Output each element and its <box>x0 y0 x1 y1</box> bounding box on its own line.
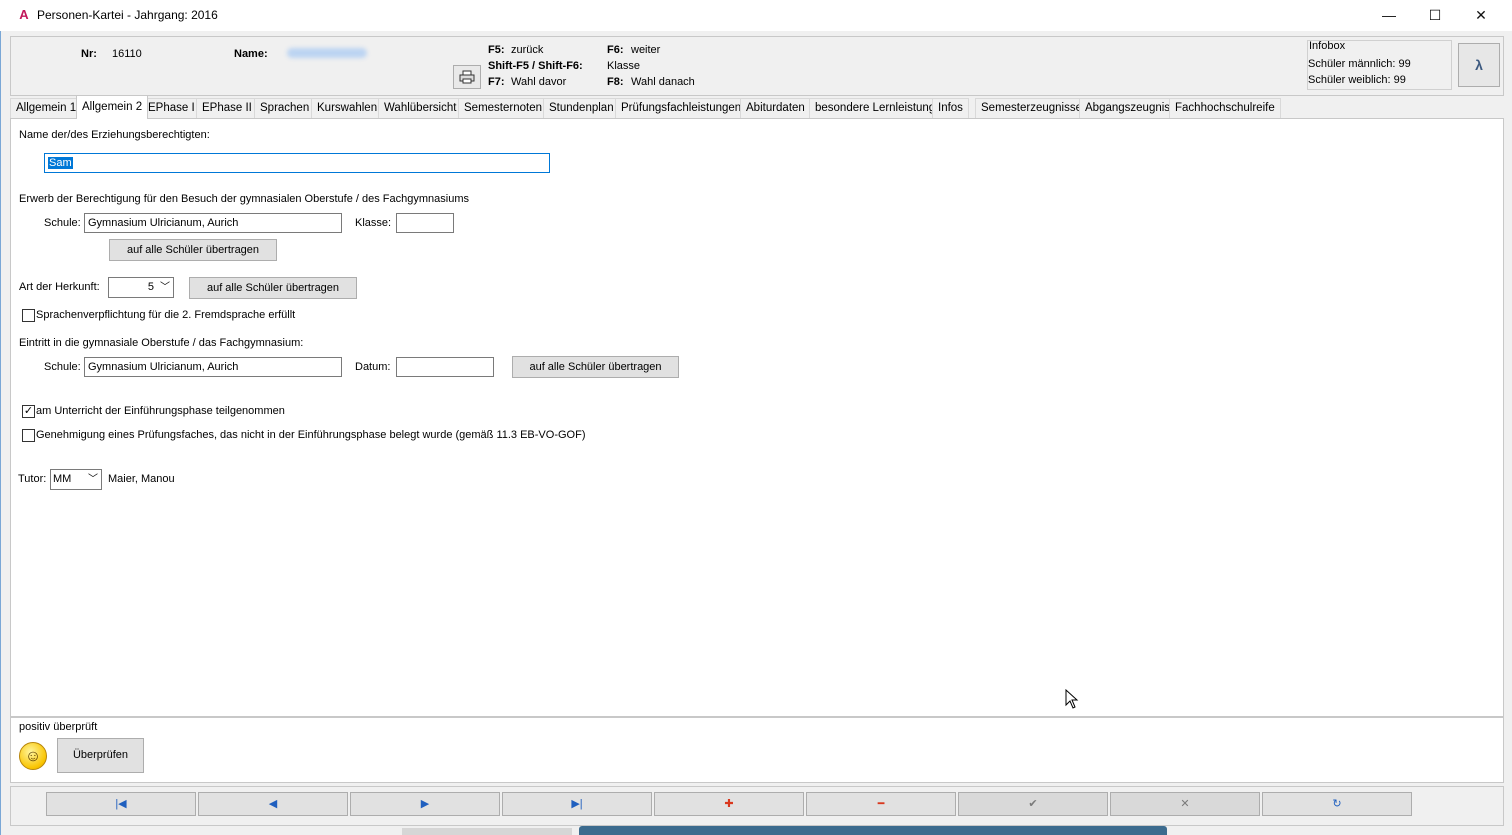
nr-value: 16110 <box>112 48 142 60</box>
tab-wahluebersicht[interactable]: Wahlübersicht <box>378 98 463 118</box>
refresh-button[interactable]: ↻ <box>1262 792 1412 816</box>
shortcut-key: F6: <box>607 44 624 56</box>
sprachen-checkbox[interactable] <box>22 309 35 322</box>
app-logo-button[interactable]: λ <box>1458 43 1500 87</box>
shortcut-key: Shift-F5 / Shift-F6: <box>488 60 583 72</box>
tab-allgemein-2[interactable]: Allgemein 2 <box>76 95 149 119</box>
check-button[interactable]: Überprüfen <box>57 738 144 773</box>
guardian-value-selected: Sam <box>48 157 73 169</box>
guardian-input[interactable]: Sam <box>44 153 550 173</box>
shortcut-desc: zurück <box>511 44 544 56</box>
name-value-blurred <box>287 48 367 58</box>
confirm-button[interactable]: ✔ <box>958 792 1108 816</box>
genehmigung-check-label: Genehmigung eines Prüfungsfaches, das ni… <box>36 429 586 441</box>
shortcut-key: F5: <box>488 44 505 56</box>
shortcut-key: F8: <box>607 76 624 88</box>
title-bar[interactable]: A Personen-Kartei - Jahrgang: 2016 — ☐ ✕ <box>0 0 1512 32</box>
background-window <box>402 828 572 835</box>
infobox: Infobox Schüler männlich: 99 Schüler wei… <box>1307 40 1452 90</box>
transfer-eintritt-button[interactable]: auf alle Schüler übertragen <box>512 356 679 378</box>
name-label: Name: <box>234 48 268 60</box>
tab-abiturdaten[interactable]: Abiturdaten <box>740 98 811 118</box>
validation-status: positiv überprüft <box>19 721 98 733</box>
tutor-name: Maier, Manou <box>108 473 175 485</box>
infobox-male-count: Schüler männlich: 99 <box>1308 58 1411 70</box>
shortcut-desc: Wahl davor <box>511 76 567 88</box>
chevron-down-icon: ﹀ <box>160 282 170 293</box>
infobox-female-count: Schüler weiblich: 99 <box>1308 74 1406 86</box>
datum-label: Datum: <box>355 361 391 373</box>
transfer-herkunft-button[interactable]: auf alle Schüler übertragen <box>189 277 357 299</box>
einfuehrung-check-label: am Unterricht der Einführungsphase teilg… <box>36 405 285 417</box>
printer-icon[interactable] <box>453 65 481 89</box>
tutor-label: Tutor: <box>18 473 47 485</box>
tab-allgemein-1[interactable]: Allgemein 1 <box>10 98 83 118</box>
schule-berechtigung-input[interactable]: Gymnasium Ulricianum, Aurich <box>84 213 342 233</box>
record-navigation-bar: |◀ ◀ ▶ ▶| ✚ ━ ✔ ✕ ↻ <box>10 786 1504 826</box>
shortcut-key: F7: <box>488 76 505 88</box>
window-title: Personen-Kartei - Jahrgang: 2016 <box>37 8 218 22</box>
maximize-button[interactable]: ☐ <box>1412 0 1458 31</box>
tab-kurswahlen[interactable]: Kurswahlen <box>311 98 384 118</box>
schule-label: Schule: <box>44 361 81 373</box>
previous-record-button[interactable]: ◀ <box>198 792 348 816</box>
tab-ephase-2[interactable]: EPhase II <box>196 98 258 118</box>
close-button[interactable]: ✕ <box>1458 0 1504 31</box>
klasse-label: Klasse: <box>355 217 392 229</box>
tab-ephase-1[interactable]: EPhase I <box>142 98 201 118</box>
shortcut-desc: Wahl danach <box>631 76 695 88</box>
mouse-cursor-icon <box>1065 689 1079 709</box>
tab-infos[interactable]: Infos <box>932 98 969 118</box>
tab-semesternoten[interactable]: Semesternoten <box>458 98 548 118</box>
validation-panel: positiv überprüft ☺ Überprüfen <box>10 717 1504 783</box>
berechtigung-label: Erwerb der Berechtigung für den Besuch d… <box>19 193 470 205</box>
infobox-title: Infobox <box>1309 40 1346 52</box>
background-window <box>579 826 1167 835</box>
schule-eintritt-input[interactable]: Gymnasium Ulricianum, Aurich <box>84 357 342 377</box>
tab-sprachen[interactable]: Sprachen <box>254 98 316 118</box>
tab-besondere-lernleistung[interactable]: besondere Lernleistung <box>809 98 942 118</box>
tab-content-allgemein-2: Name der/des Erziehungsberechtigten: Sam… <box>10 118 1504 717</box>
schule-label: Schule: <box>44 217 81 229</box>
chevron-down-icon: ﹀ <box>88 474 98 485</box>
sprachen-check-label: Sprachenverpflichtung für die 2. Fremdsp… <box>36 309 296 321</box>
klasse-input[interactable] <box>396 213 454 233</box>
cancel-button[interactable]: ✕ <box>1110 792 1260 816</box>
tab-pruefungsfachleistungen[interactable]: Prüfungsfachleistungen <box>615 98 748 118</box>
record-header: Nr: 16110 Name: F5: zurück F6: weiter Sh… <box>10 36 1504 96</box>
add-record-button[interactable]: ✚ <box>654 792 804 816</box>
app-logo-icon: A <box>19 7 29 22</box>
smiley-icon: ☺ <box>19 742 47 770</box>
tab-fachhochschulreife[interactable]: Fachhochschulreife <box>1169 98 1281 118</box>
datum-input[interactable] <box>396 357 494 377</box>
herkunft-value: 5 <box>147 281 154 293</box>
shortcut-desc: Klasse <box>607 60 641 72</box>
tab-strip: Allgemein 1 Allgemein 2 EPhase I EPhase … <box>10 95 1502 119</box>
nr-label: Nr: <box>81 48 97 60</box>
next-record-button[interactable]: ▶ <box>350 792 500 816</box>
eintritt-label: Eintritt in die gymnasiale Oberstufe / d… <box>19 337 304 349</box>
shortcut-desc: weiter <box>631 44 661 56</box>
tab-abgangszeugnis[interactable]: Abgangszeugnis <box>1079 98 1177 118</box>
tab-stundenplan[interactable]: Stundenplan <box>543 98 620 118</box>
guardian-label: Name der/des Erziehungsberechtigten: <box>19 129 210 141</box>
first-record-button[interactable]: |◀ <box>46 792 196 816</box>
transfer-berechtigung-button[interactable]: auf alle Schüler übertragen <box>109 239 277 261</box>
delete-record-button[interactable]: ━ <box>806 792 956 816</box>
minimize-button[interactable]: — <box>1366 0 1412 31</box>
last-record-button[interactable]: ▶| <box>502 792 652 816</box>
tutor-select[interactable]: MM ﹀ <box>50 469 102 490</box>
herkunft-select[interactable]: 5 ﹀ <box>108 277 174 298</box>
tab-semesterzeugnisse[interactable]: Semesterzeugnisse <box>975 98 1088 118</box>
tutor-value: MM <box>53 473 72 485</box>
einfuehrung-checkbox[interactable]: ✓ <box>22 405 35 418</box>
herkunft-label: Art der Herkunft: <box>19 281 100 293</box>
genehmigung-checkbox[interactable] <box>22 429 35 442</box>
